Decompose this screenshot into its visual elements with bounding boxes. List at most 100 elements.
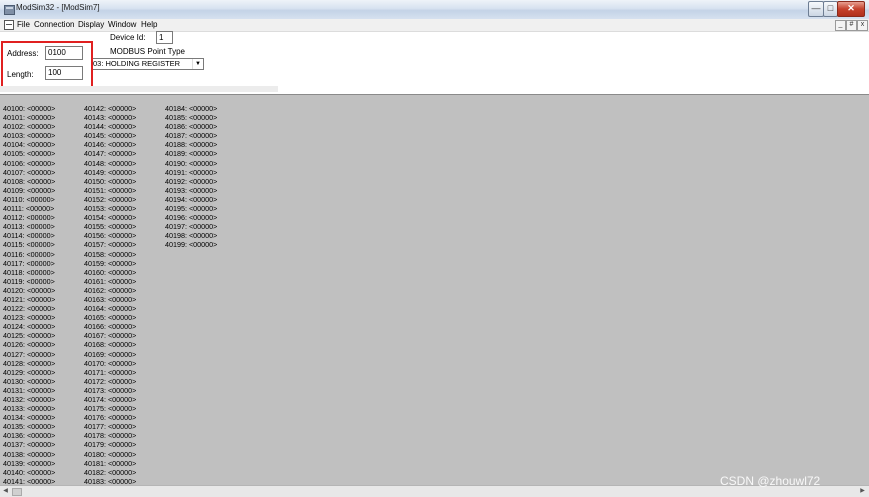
address-field[interactable]: 0100 bbox=[45, 46, 83, 60]
menu-display[interactable]: Display bbox=[78, 20, 104, 29]
register-item[interactable]: 40185: <00000> bbox=[165, 113, 217, 122]
register-item[interactable]: 40129: <00000> bbox=[3, 368, 55, 377]
register-item[interactable]: 40189: <00000> bbox=[165, 149, 217, 158]
register-item[interactable]: 40117: <00000> bbox=[3, 259, 55, 268]
register-item[interactable]: 40156: <00000> bbox=[84, 231, 136, 240]
scroll-left-icon[interactable]: ◀ bbox=[1, 487, 10, 495]
register-item[interactable]: 40104: <00000> bbox=[3, 140, 55, 149]
register-item[interactable]: 40136: <00000> bbox=[3, 431, 55, 440]
register-item[interactable]: 40135: <00000> bbox=[3, 422, 55, 431]
point-type-select[interactable]: 03: HOLDING REGISTER ▼ bbox=[91, 58, 204, 70]
register-item[interactable]: 40123: <00000> bbox=[3, 313, 55, 322]
register-item[interactable]: 40126: <00000> bbox=[3, 340, 55, 349]
register-item[interactable]: 40109: <00000> bbox=[3, 186, 55, 195]
register-item[interactable]: 40197: <00000> bbox=[165, 222, 217, 231]
register-item[interactable]: 40158: <00000> bbox=[84, 250, 136, 259]
register-item[interactable]: 40120: <00000> bbox=[3, 286, 55, 295]
register-item[interactable]: 40152: <00000> bbox=[84, 195, 136, 204]
register-item[interactable]: 40127: <00000> bbox=[3, 350, 55, 359]
register-item[interactable]: 40184: <00000> bbox=[165, 104, 217, 113]
register-item[interactable]: 40131: <00000> bbox=[3, 386, 55, 395]
register-item[interactable]: 40108: <00000> bbox=[3, 177, 55, 186]
register-item[interactable]: 40140: <00000> bbox=[3, 468, 55, 477]
document-icon[interactable] bbox=[4, 20, 14, 30]
register-item[interactable]: 40137: <00000> bbox=[3, 440, 55, 449]
register-item[interactable]: 40166: <00000> bbox=[84, 322, 136, 331]
register-item[interactable]: 40190: <00000> bbox=[165, 159, 217, 168]
register-item[interactable]: 40132: <00000> bbox=[3, 395, 55, 404]
register-item[interactable]: 40122: <00000> bbox=[3, 304, 55, 313]
register-item[interactable]: 40121: <00000> bbox=[3, 295, 55, 304]
menu-connection[interactable]: Connection bbox=[34, 20, 74, 29]
register-item[interactable]: 40151: <00000> bbox=[84, 186, 136, 195]
register-item[interactable]: 40118: <00000> bbox=[3, 268, 55, 277]
register-item[interactable]: 40172: <00000> bbox=[84, 377, 136, 386]
register-item[interactable]: 40103: <00000> bbox=[3, 131, 55, 140]
register-item[interactable]: 40113: <00000> bbox=[3, 222, 55, 231]
register-item[interactable]: 40146: <00000> bbox=[84, 140, 136, 149]
close-button[interactable]: ✕ bbox=[837, 1, 865, 17]
register-item[interactable]: 40169: <00000> bbox=[84, 350, 136, 359]
register-item[interactable]: 40157: <00000> bbox=[84, 240, 136, 249]
register-item[interactable]: 40174: <00000> bbox=[84, 395, 136, 404]
register-item[interactable]: 40153: <00000> bbox=[84, 204, 136, 213]
register-item[interactable]: 40155: <00000> bbox=[84, 222, 136, 231]
register-item[interactable]: 40148: <00000> bbox=[84, 159, 136, 168]
register-item[interactable]: 40119: <00000> bbox=[3, 277, 55, 286]
device-id-field[interactable]: 1 bbox=[156, 31, 173, 44]
app-icon[interactable] bbox=[4, 5, 15, 15]
register-item[interactable]: 40195: <00000> bbox=[165, 204, 217, 213]
register-item[interactable]: 40164: <00000> bbox=[84, 304, 136, 313]
register-item[interactable]: 40149: <00000> bbox=[84, 168, 136, 177]
register-item[interactable]: 40111: <00000> bbox=[3, 204, 55, 213]
register-item[interactable]: 40144: <00000> bbox=[84, 122, 136, 131]
register-item[interactable]: 40182: <00000> bbox=[84, 468, 136, 477]
register-item[interactable]: 40163: <00000> bbox=[84, 295, 136, 304]
register-item[interactable]: 40179: <00000> bbox=[84, 440, 136, 449]
register-item[interactable]: 40100: <00000> bbox=[3, 104, 55, 113]
register-item[interactable]: 40187: <00000> bbox=[165, 131, 217, 140]
mdi-restore-button[interactable]: # bbox=[846, 20, 857, 31]
register-item[interactable]: 40130: <00000> bbox=[3, 377, 55, 386]
register-item[interactable]: 40167: <00000> bbox=[84, 331, 136, 340]
register-item[interactable]: 40193: <00000> bbox=[165, 186, 217, 195]
register-item[interactable]: 40162: <00000> bbox=[84, 286, 136, 295]
register-item[interactable]: 40168: <00000> bbox=[84, 340, 136, 349]
register-item[interactable]: 40145: <00000> bbox=[84, 131, 136, 140]
menu-window[interactable]: Window bbox=[108, 20, 136, 29]
minimize-button[interactable]: — bbox=[808, 1, 824, 17]
register-item[interactable]: 40173: <00000> bbox=[84, 386, 136, 395]
register-item[interactable]: 40105: <00000> bbox=[3, 149, 55, 158]
register-item[interactable]: 40134: <00000> bbox=[3, 413, 55, 422]
register-item[interactable]: 40175: <00000> bbox=[84, 404, 136, 413]
register-item[interactable]: 40125: <00000> bbox=[3, 331, 55, 340]
register-item[interactable]: 40110: <00000> bbox=[3, 195, 55, 204]
dropdown-arrow-icon[interactable]: ▼ bbox=[192, 59, 203, 69]
register-item[interactable]: 40115: <00000> bbox=[3, 240, 55, 249]
register-item[interactable]: 40165: <00000> bbox=[84, 313, 136, 322]
register-item[interactable]: 40116: <00000> bbox=[3, 250, 55, 259]
menu-file[interactable]: File bbox=[17, 20, 30, 29]
register-item[interactable]: 40170: <00000> bbox=[84, 359, 136, 368]
register-item[interactable]: 40177: <00000> bbox=[84, 422, 136, 431]
register-item[interactable]: 40186: <00000> bbox=[165, 122, 217, 131]
register-item[interactable]: 40178: <00000> bbox=[84, 431, 136, 440]
mdi-minimize-button[interactable]: _ bbox=[835, 20, 846, 31]
register-item[interactable]: 40171: <00000> bbox=[84, 368, 136, 377]
register-item[interactable]: 40198: <00000> bbox=[165, 231, 217, 240]
register-item[interactable]: 40139: <00000> bbox=[3, 459, 55, 468]
register-item[interactable]: 40142: <00000> bbox=[84, 104, 136, 113]
register-display[interactable]: 40100: <00000> 40101: <00000> 40102: <0000… bbox=[0, 94, 869, 486]
register-item[interactable]: 40107: <00000> bbox=[3, 168, 55, 177]
scroll-right-icon[interactable]: ▶ bbox=[858, 487, 867, 495]
register-item[interactable]: 40161: <00000> bbox=[84, 277, 136, 286]
register-item[interactable]: 40133: <00000> bbox=[3, 404, 55, 413]
register-item[interactable]: 40124: <00000> bbox=[3, 322, 55, 331]
register-item[interactable]: 40112: <00000> bbox=[3, 213, 55, 222]
mdi-close-button[interactable]: x bbox=[857, 20, 868, 31]
register-item[interactable]: 40128: <00000> bbox=[3, 359, 55, 368]
maximize-button[interactable]: □ bbox=[823, 1, 838, 17]
register-item[interactable]: 40191: <00000> bbox=[165, 168, 217, 177]
register-item[interactable]: 40143: <00000> bbox=[84, 113, 136, 122]
register-item[interactable]: 40101: <00000> bbox=[3, 113, 55, 122]
